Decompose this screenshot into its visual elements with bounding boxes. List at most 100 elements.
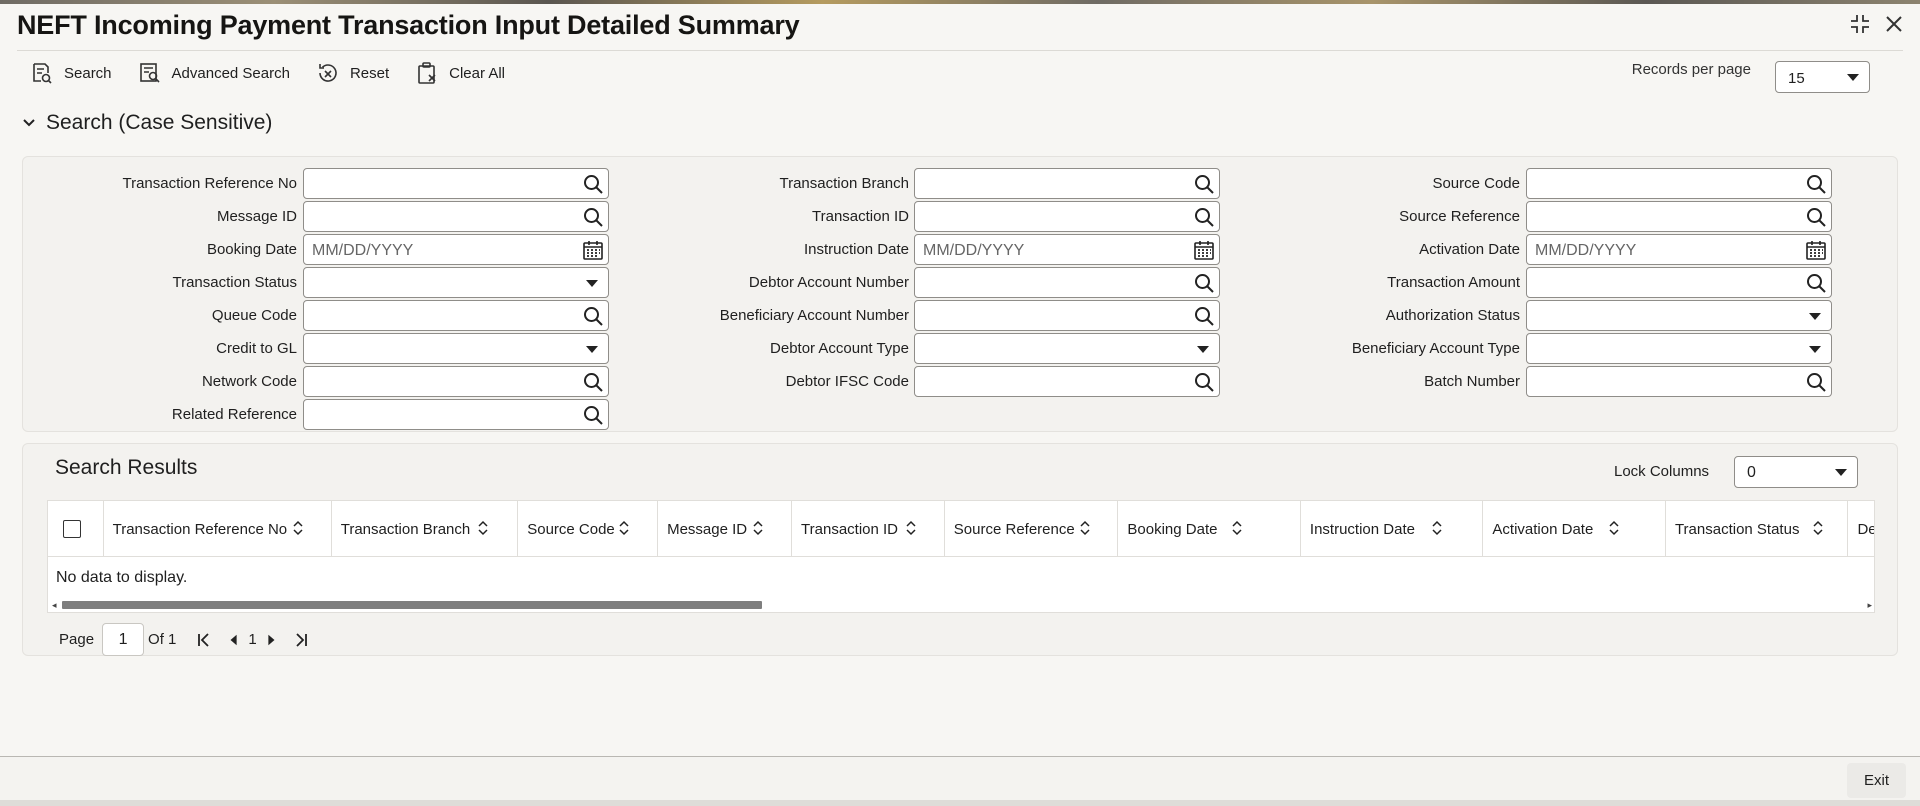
chevron-down-icon xyxy=(586,346,598,353)
table-header: Transaction Reference No Transaction Bran… xyxy=(48,501,1874,557)
column-header[interactable]: Booking Date xyxy=(1118,501,1301,557)
calendar-icon[interactable] xyxy=(1804,238,1828,262)
credit-to-gl-label: Credit to GL xyxy=(216,340,297,357)
queue-code-input[interactable] xyxy=(303,300,609,331)
batch-number-label: Batch Number xyxy=(1424,373,1520,390)
column-header[interactable]: De xyxy=(1848,501,1874,557)
column-header[interactable]: Source Reference xyxy=(945,501,1119,557)
chevron-down-icon xyxy=(1835,469,1847,476)
reset-icon xyxy=(319,64,337,82)
sort-icon[interactable] xyxy=(1812,520,1824,536)
column-header[interactable]: Transaction Status xyxy=(1666,501,1849,557)
search-icon[interactable] xyxy=(1804,271,1828,295)
transaction-amount-input[interactable] xyxy=(1526,267,1832,298)
close-icon[interactable] xyxy=(1882,12,1906,36)
message-id-input[interactable] xyxy=(303,201,609,232)
previous-page-icon[interactable] xyxy=(222,628,246,652)
search-icon[interactable] xyxy=(1804,172,1828,196)
related-reference-input[interactable] xyxy=(303,399,609,430)
search-icon[interactable] xyxy=(1192,370,1216,394)
search-button[interactable]: Search xyxy=(30,61,112,85)
page-label: Page xyxy=(59,631,95,648)
horizontal-scrollbar[interactable]: ◂ ▸ xyxy=(48,596,1874,612)
column-header[interactable]: Transaction ID xyxy=(792,501,945,557)
chevron-down-icon xyxy=(586,280,598,287)
records-per-page-value: 15 xyxy=(1788,70,1805,87)
search-icon[interactable] xyxy=(581,205,605,229)
column-header[interactable]: Source Code xyxy=(518,501,659,557)
search-icon[interactable] xyxy=(1192,304,1216,328)
batch-number-input[interactable] xyxy=(1526,366,1832,397)
current-page[interactable]: 1 xyxy=(248,631,256,648)
source-code-input[interactable] xyxy=(1526,168,1832,199)
sort-icon[interactable] xyxy=(1231,520,1243,536)
source-reference-input[interactable] xyxy=(1526,201,1832,232)
column-header-label: Source Code xyxy=(527,521,615,538)
column-header-label: Message ID xyxy=(667,521,748,538)
column-header[interactable]: Transaction Branch xyxy=(332,501,519,557)
instruction-date-input[interactable]: MM/DD/YYYY xyxy=(914,234,1220,265)
debtor-account-type-select[interactable] xyxy=(914,333,1220,364)
column-header-label: Transaction Reference No xyxy=(112,521,288,538)
search-icon[interactable] xyxy=(581,370,605,394)
scroll-right-icon[interactable]: ▸ xyxy=(1867,600,1872,611)
calendar-icon[interactable] xyxy=(581,238,605,262)
column-header-label: Booking Date xyxy=(1127,521,1218,538)
select-all-checkbox[interactable] xyxy=(63,520,81,538)
column-header[interactable]: Transaction Reference No xyxy=(104,501,332,557)
authorization-status-select[interactable] xyxy=(1526,300,1832,331)
sort-icon[interactable] xyxy=(905,520,917,536)
pagination: Page 1 Of 1 1 xyxy=(59,623,313,656)
reset-button[interactable]: Reset xyxy=(316,61,389,85)
transaction-branch-input[interactable] xyxy=(914,168,1220,199)
column-header[interactable]: Instruction Date xyxy=(1301,501,1484,557)
column-header[interactable]: Message ID xyxy=(658,501,793,557)
collapse-icon[interactable] xyxy=(1848,12,1872,36)
search-icon[interactable] xyxy=(581,403,605,427)
search-icon[interactable] xyxy=(1192,172,1216,196)
sort-icon[interactable] xyxy=(292,520,304,536)
search-icon[interactable] xyxy=(1192,205,1216,229)
search-icon[interactable] xyxy=(1192,271,1216,295)
sort-icon[interactable] xyxy=(1608,520,1620,536)
activation-date-input[interactable]: MM/DD/YYYY xyxy=(1526,234,1832,265)
sort-icon[interactable] xyxy=(1431,520,1443,536)
advanced-search-button-label: Advanced Search xyxy=(171,64,290,82)
transaction-id-input[interactable] xyxy=(914,201,1220,232)
last-page-icon[interactable] xyxy=(289,628,313,652)
calendar-icon[interactable] xyxy=(1192,238,1216,262)
footer-strip xyxy=(0,800,1920,806)
lock-columns-select[interactable]: 0 xyxy=(1734,456,1858,488)
search-icon[interactable] xyxy=(1804,205,1828,229)
credit-to-gl-select[interactable] xyxy=(303,333,609,364)
beneficiary-account-type-select[interactable] xyxy=(1526,333,1832,364)
exit-button[interactable]: Exit xyxy=(1847,763,1906,798)
sort-icon[interactable] xyxy=(477,520,489,536)
transaction-reference-no-input[interactable] xyxy=(303,168,609,199)
scrollbar-thumb[interactable] xyxy=(62,601,762,609)
search-icon[interactable] xyxy=(1804,370,1828,394)
transaction-status-select[interactable] xyxy=(303,267,609,298)
network-code-input[interactable] xyxy=(303,366,609,397)
next-page-icon[interactable] xyxy=(259,628,283,652)
first-page-icon[interactable] xyxy=(192,628,216,652)
search-icon[interactable] xyxy=(581,304,605,328)
sort-icon[interactable] xyxy=(1079,520,1091,536)
records-per-page-select[interactable]: 15 xyxy=(1775,61,1870,93)
debtor-account-number-label: Debtor Account Number xyxy=(748,274,909,291)
page-number-input[interactable]: 1 xyxy=(102,623,145,656)
sort-icon[interactable] xyxy=(618,520,630,536)
column-header[interactable]: Activation Date xyxy=(1483,501,1666,557)
column-header-label: Instruction Date xyxy=(1309,521,1415,538)
search-section-toggle[interactable]: Search (Case Sensitive) xyxy=(22,111,272,135)
sort-icon[interactable] xyxy=(752,520,764,536)
scroll-left-icon[interactable]: ◂ xyxy=(52,600,57,611)
advanced-search-button[interactable]: Advanced Search xyxy=(138,61,290,85)
booking-date-input[interactable]: MM/DD/YYYY xyxy=(303,234,609,265)
search-icon[interactable] xyxy=(581,172,605,196)
debtor-ifsc-code-input[interactable] xyxy=(914,366,1220,397)
title-divider xyxy=(17,50,1903,51)
beneficiary-account-number-input[interactable] xyxy=(914,300,1220,331)
debtor-account-number-input[interactable] xyxy=(914,267,1220,298)
clear-all-button[interactable]: Clear All xyxy=(415,61,505,85)
